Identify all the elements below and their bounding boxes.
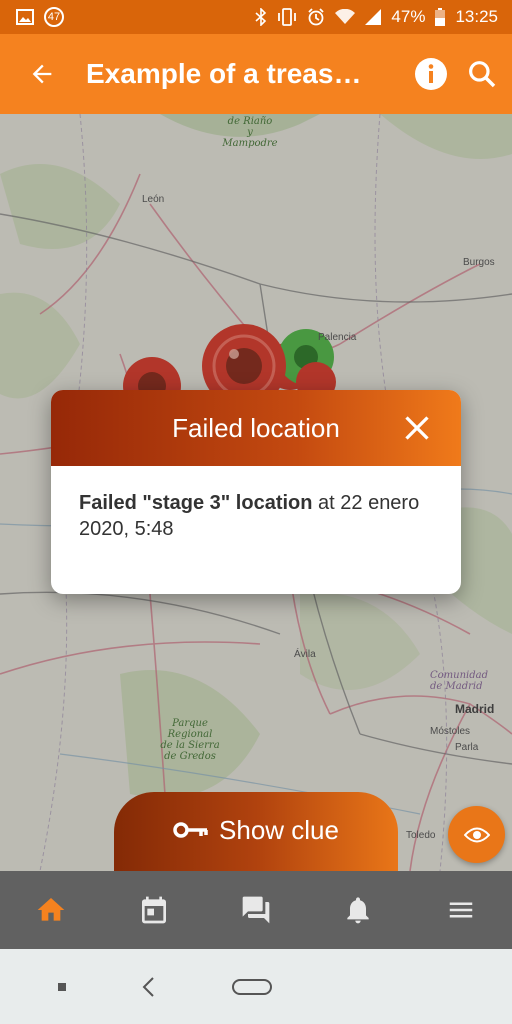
system-nav-bar [0,949,512,1024]
dialog-message-bold: Failed "stage 3" location [79,492,313,514]
show-clue-label: Show clue [219,814,339,845]
home-icon [37,898,65,921]
alarm-icon [308,8,325,26]
eye-icon [463,827,490,842]
home-button-icon[interactable] [231,978,273,996]
status-bar: 47 47% 13:25 [0,0,512,34]
nav-calendar[interactable] [124,880,184,940]
dialog-header: Failed location [51,390,461,466]
eye-button[interactable] [448,806,505,863]
battery-icon [435,8,446,26]
show-clue-button[interactable]: Show clue [114,792,398,872]
signal-icon [365,9,382,25]
info-icon[interactable] [414,57,448,91]
key-icon [173,822,208,838]
page-title: Example of a treas… [86,58,362,89]
wifi-icon [335,9,356,24]
menu-icon [449,902,472,918]
vibrate-icon [278,8,297,26]
nav-home[interactable] [21,880,81,940]
nav-chat[interactable] [226,880,286,940]
battery-percent: 47% [391,7,426,26]
app-bar: Example of a treas… [0,34,512,114]
search-icon[interactable] [466,58,498,90]
notification-count-badge: 47 [44,7,64,27]
back-icon[interactable] [139,976,159,998]
calendar-icon [141,896,166,924]
failed-location-dialog: Failed location Failed "stage 3" locatio… [51,390,461,594]
dialog-title: Failed location [172,412,340,443]
bell-icon [347,897,370,924]
clock: 13:25 [455,7,498,26]
recents-icon[interactable] [56,981,68,993]
dialog-message: Failed "stage 3" location at 22 enero 20… [51,466,461,566]
bluetooth-icon [255,8,267,26]
chat-icon [242,896,270,924]
nav-notifications[interactable] [328,880,388,940]
image-icon [16,9,34,25]
bottom-nav [0,871,512,949]
close-icon[interactable] [403,414,431,442]
arrow-left-icon[interactable] [28,60,56,88]
nav-menu[interactable] [431,880,491,940]
